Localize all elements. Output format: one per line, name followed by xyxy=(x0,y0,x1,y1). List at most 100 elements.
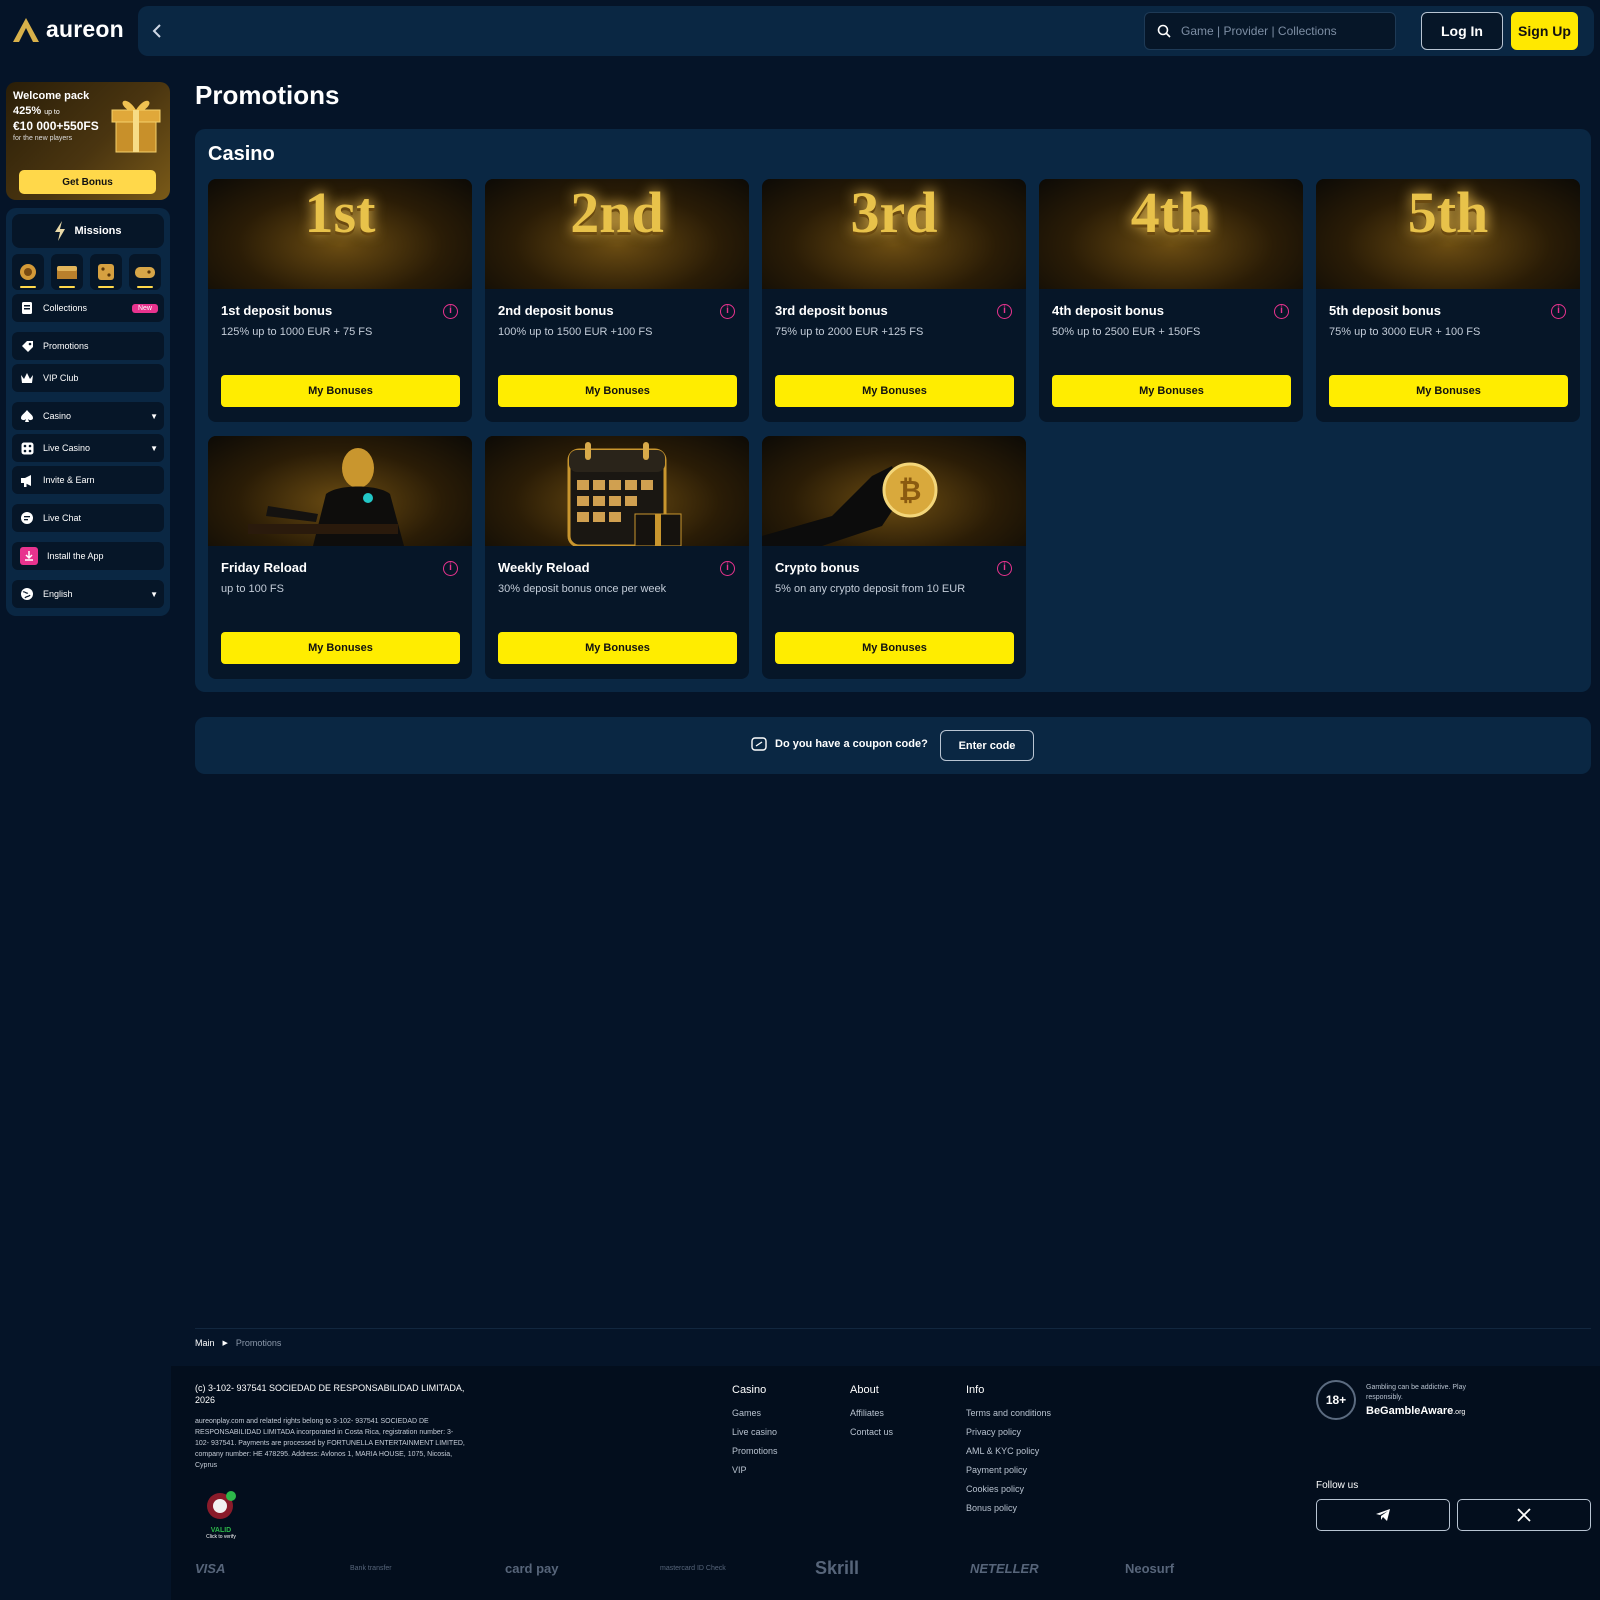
payment-methods: VISA Bank transfer card pay mastercard I… xyxy=(195,1558,1280,1579)
gamble-warning-text: Gambling can be addictive. Play responsi… xyxy=(1366,1384,1466,1401)
footer-link-promotions[interactable]: Promotions xyxy=(732,1446,778,1456)
search-icon xyxy=(1157,24,1171,38)
promo-image: 3rd xyxy=(762,179,1026,289)
license-seal[interactable]: VALID Click to verify xyxy=(201,1490,241,1542)
info-icon[interactable]: i xyxy=(720,304,735,319)
sidebar-item-install-app[interactable]: Install the App xyxy=(12,542,164,570)
visa-logo: VISA xyxy=(195,1561,226,1576)
my-bonuses-button[interactable]: My Bonuses xyxy=(775,375,1014,407)
my-bonuses-button[interactable]: My Bonuses xyxy=(1329,375,1568,407)
chevron-down-icon[interactable]: ▼ xyxy=(150,412,158,421)
enter-code-button[interactable]: Enter code xyxy=(940,730,1034,761)
my-bonuses-button[interactable]: My Bonuses xyxy=(1052,375,1291,407)
mission-dice-icon[interactable] xyxy=(90,254,122,290)
cardpay-logo: card pay xyxy=(505,1561,559,1576)
promo-card-crypto-bonus[interactable]: ₿ Crypto bonus 5% on any crypto deposit … xyxy=(762,436,1026,679)
promo-image: 5th xyxy=(1316,179,1580,289)
app-root: aureon Log In Sign Up Welcome pack 425% … xyxy=(0,0,1600,1600)
promo-card-friday-reload[interactable]: Friday Reload up to 100 FS i My Bonuses xyxy=(208,436,472,679)
promo-card-5th-deposit[interactable]: 5th 5th deposit bonus 75% up to 3000 EUR… xyxy=(1316,179,1580,422)
footer-link-live-casino[interactable]: Live casino xyxy=(732,1427,778,1437)
sidebar-item-promotions[interactable]: Promotions xyxy=(12,332,164,360)
gift-icon xyxy=(111,100,161,153)
footer-link-affiliates[interactable]: Affiliates xyxy=(850,1408,893,1418)
brand-name: aureon xyxy=(46,16,124,42)
breadcrumb-main-link[interactable]: Main xyxy=(195,1338,215,1348)
info-icon[interactable]: i xyxy=(1274,304,1289,319)
responsible-gambling[interactable]: 18+ Gambling can be addictive. Play resp… xyxy=(1316,1380,1586,1424)
my-bonuses-button[interactable]: My Bonuses xyxy=(498,632,737,664)
footer-link-terms[interactable]: Terms and conditions xyxy=(966,1408,1051,1418)
footer-link-cookies[interactable]: Cookies policy xyxy=(966,1484,1051,1494)
section-title: Casino xyxy=(208,143,275,165)
promo-card-2nd-deposit[interactable]: 2nd 2nd deposit bonus 100% up to 1500 EU… xyxy=(485,179,749,422)
follow-us-label: Follow us xyxy=(1316,1480,1359,1491)
chevron-down-icon[interactable]: ▼ xyxy=(150,590,158,599)
promo-card-weekly-reload[interactable]: Weekly Reload 30% deposit bonus once per… xyxy=(485,436,749,679)
info-icon[interactable]: i xyxy=(443,561,458,576)
promo-image: 2nd xyxy=(485,179,749,289)
mission-gamepad-icon[interactable] xyxy=(129,254,161,290)
sidebar-item-vip-club[interactable]: VIP Club xyxy=(12,364,164,392)
promo-card-3rd-deposit[interactable]: 3rd 3rd deposit bonus 75% up to 2000 EUR… xyxy=(762,179,1026,422)
promo-image: 4th xyxy=(1039,179,1303,289)
lightning-icon xyxy=(55,221,66,241)
promo-image xyxy=(485,436,749,546)
signup-button[interactable]: Sign Up xyxy=(1511,12,1578,50)
welcome-pack-banner[interactable]: Welcome pack 425% up to €10 000+550FS fo… xyxy=(6,82,170,200)
promo-description: 5% on any crypto deposit from 10 EUR xyxy=(775,583,966,595)
coupon-bar: Do you have a coupon code? Enter code xyxy=(195,717,1591,774)
promo-image: 1st xyxy=(208,179,472,289)
info-icon[interactable]: i xyxy=(1551,304,1566,319)
sidebar-item-collections[interactable]: Collections New xyxy=(12,294,164,322)
get-bonus-button[interactable]: Get Bonus xyxy=(19,170,156,194)
missions-button[interactable]: Missions xyxy=(12,214,164,248)
footer-link-bonus[interactable]: Bonus policy xyxy=(966,1503,1051,1513)
bank-transfer-logo: Bank transfer xyxy=(350,1565,392,1572)
footer-link-vip[interactable]: VIP xyxy=(732,1465,778,1475)
chevron-down-icon[interactable]: ▼ xyxy=(150,444,158,453)
info-icon[interactable]: i xyxy=(997,561,1012,576)
my-bonuses-button[interactable]: My Bonuses xyxy=(221,632,460,664)
footer-link-privacy[interactable]: Privacy policy xyxy=(966,1427,1051,1437)
my-bonuses-button[interactable]: My Bonuses xyxy=(498,375,737,407)
sidebar-item-live-chat[interactable]: Live Chat xyxy=(12,504,164,532)
search-box[interactable] xyxy=(1144,12,1396,50)
neteller-logo: NETELLER xyxy=(970,1561,1039,1576)
footer-link-payment[interactable]: Payment policy xyxy=(966,1465,1051,1475)
info-icon[interactable]: i xyxy=(443,304,458,319)
footer-link-games[interactable]: Games xyxy=(732,1408,778,1418)
promo-card-4th-deposit[interactable]: 4th 4th deposit bonus 50% up to 2500 EUR… xyxy=(1039,179,1303,422)
info-icon[interactable]: i xyxy=(720,561,735,576)
logo-mark-icon xyxy=(13,17,39,42)
footer-column-heading: Info xyxy=(966,1384,985,1396)
search-input[interactable] xyxy=(1181,24,1381,38)
masked-man-illustration xyxy=(248,448,404,546)
footer-column-heading: About xyxy=(850,1384,879,1396)
my-bonuses-button[interactable]: My Bonuses xyxy=(775,632,1014,664)
promo-description: 50% up to 2500 EUR + 150FS xyxy=(1052,326,1201,338)
footer-link-aml-kyc[interactable]: AML & KYC policy xyxy=(966,1446,1051,1456)
promo-title: 5th deposit bonus xyxy=(1329,303,1441,318)
sidebar-item-live-casino[interactable]: Live Casino ▼ xyxy=(12,434,164,462)
mission-chest-icon[interactable] xyxy=(51,254,83,290)
promo-card-1st-deposit[interactable]: 1st 1st deposit bonus 125% up to 1000 EU… xyxy=(208,179,472,422)
x-twitter-button[interactable] xyxy=(1457,1499,1591,1531)
mission-chip-icon[interactable] xyxy=(12,254,44,290)
brand-logo[interactable]: aureon xyxy=(12,16,124,43)
info-icon[interactable]: i xyxy=(997,304,1012,319)
my-bonuses-button[interactable]: My Bonuses xyxy=(221,375,460,407)
megaphone-icon xyxy=(20,473,34,487)
promo-title: 3rd deposit bonus xyxy=(775,303,888,318)
login-button[interactable]: Log In xyxy=(1421,12,1503,50)
footer: (c) 3-102- 937541 SOCIEDAD DE RESPONSABI… xyxy=(171,1366,1600,1600)
sidebar-item-casino[interactable]: Casino ▼ xyxy=(12,402,164,430)
footer-link-contact[interactable]: Contact us xyxy=(850,1427,893,1437)
sidebar-item-invite-earn[interactable]: Invite & Earn xyxy=(12,466,164,494)
sidebar-item-label: Live Casino xyxy=(43,443,91,453)
collapse-sidebar-icon[interactable] xyxy=(146,19,170,43)
bitcoin-coin-illustration: ₿ xyxy=(762,462,938,546)
welcome-title: Welcome pack xyxy=(13,90,90,102)
language-selector[interactable]: English ▼ xyxy=(12,580,164,608)
telegram-button[interactable] xyxy=(1316,1499,1450,1531)
